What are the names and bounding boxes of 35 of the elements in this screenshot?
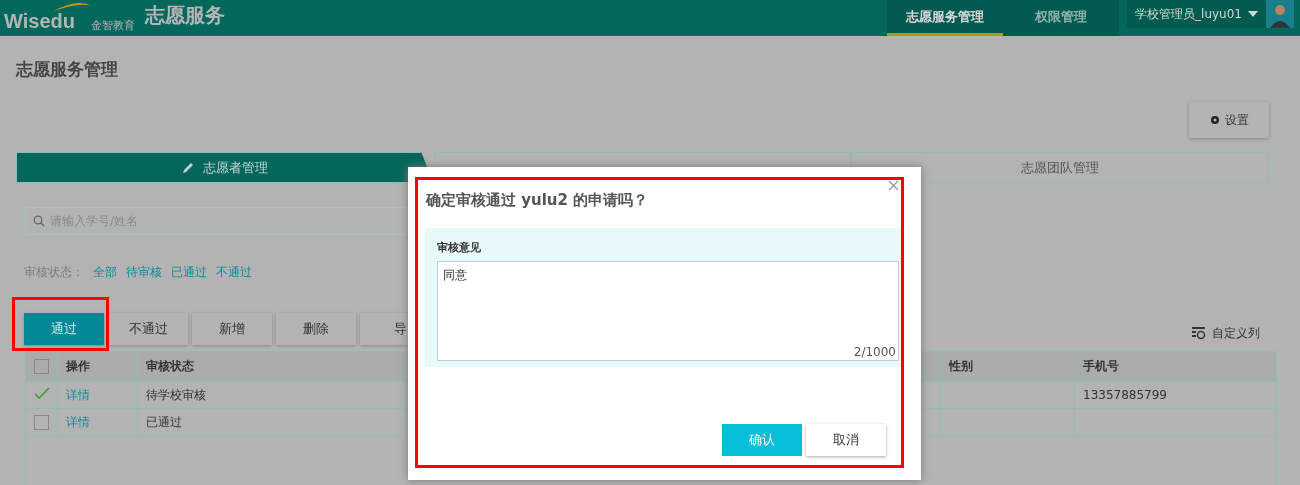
checkbox[interactable] xyxy=(34,414,49,430)
cancel-button[interactable]: 取消 xyxy=(806,424,886,456)
column-header: 操作 xyxy=(57,351,138,382)
column-header: 手机号 xyxy=(1074,351,1277,382)
columns-gear-icon xyxy=(1192,327,1206,340)
char-counter: 2/1000 xyxy=(853,345,896,359)
app-title: 志愿服务 xyxy=(144,2,225,29)
field-label: 审核意见 xyxy=(437,240,482,255)
column-header: 性别 xyxy=(940,351,1075,382)
toolbar-button[interactable]: 不通过 xyxy=(108,313,188,345)
settings-button[interactable]: 设置 xyxy=(1189,102,1269,138)
table-cell: 13357885799 xyxy=(1074,381,1277,409)
column-header: 审核状态 xyxy=(137,351,406,382)
toolbar-button[interactable]: 通过 xyxy=(24,313,104,345)
search-icon xyxy=(33,215,45,227)
caret-icon xyxy=(1248,11,1258,17)
toolbar-button[interactable]: 新增 xyxy=(192,313,272,345)
logo-subtitle: 金智教育 xyxy=(90,18,135,33)
table-cell: 已通过 xyxy=(137,408,406,436)
user-menu[interactable]: 学校管理员_luyu01 xyxy=(1127,0,1266,28)
settings-icon xyxy=(1209,115,1220,125)
dialog-title: 确定审核通过 yulu2 的申请吗？ xyxy=(426,191,650,211)
logo: Wisedu xyxy=(4,10,75,33)
nav-tab[interactable]: 志愿服务管理 xyxy=(887,0,1004,36)
page-title: 志愿服务管理 xyxy=(16,58,119,81)
nav-tab[interactable]: 权限管理 xyxy=(1003,0,1120,36)
step-tab[interactable]: 志愿团队管理 xyxy=(851,152,1269,183)
swoosh-icon xyxy=(52,2,92,12)
checkbox[interactable] xyxy=(34,359,49,374)
table-cell: 待学校审核 xyxy=(137,381,406,409)
check-icon[interactable] xyxy=(34,387,50,400)
avatar[interactable] xyxy=(1266,0,1294,28)
pencil-icon xyxy=(181,161,195,174)
toolbar-button[interactable]: 删除 xyxy=(276,313,356,345)
custom-columns-button[interactable]: 自定义列 xyxy=(1192,325,1260,342)
